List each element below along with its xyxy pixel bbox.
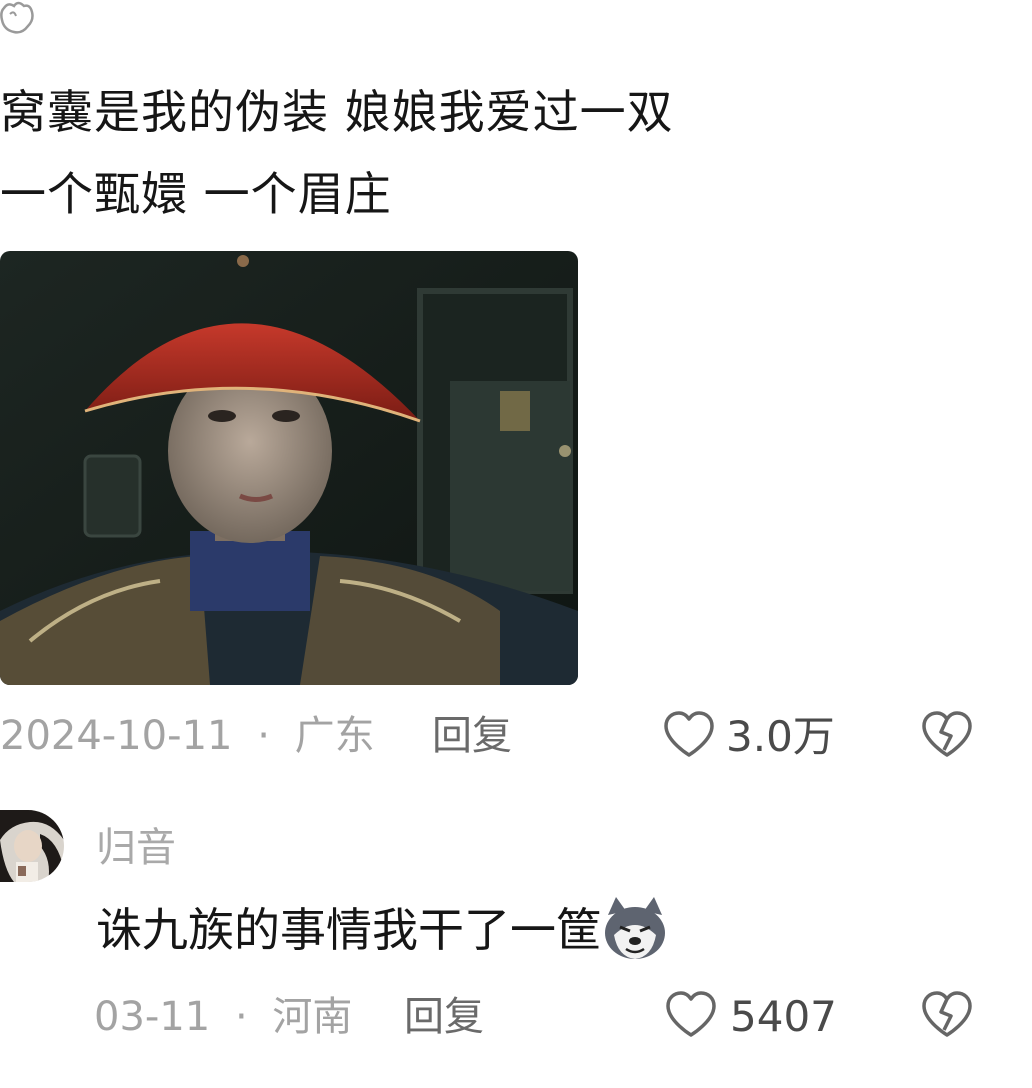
paw-emoji-icon bbox=[0, 1, 34, 34]
meta-separator: · bbox=[234, 994, 248, 1040]
heart-outline-icon[interactable] bbox=[662, 710, 716, 760]
comment-image[interactable] bbox=[0, 251, 578, 685]
comment-text-line-2: 一个甄嬛 一个眉庄 bbox=[0, 167, 392, 221]
broken-heart-icon[interactable] bbox=[920, 990, 974, 1040]
avatar[interactable] bbox=[0, 810, 64, 882]
reply-comment-meta: 03-11 · 河南 bbox=[94, 987, 352, 1047]
comment-meta: 2024-10-11 · 广东 bbox=[0, 706, 375, 766]
reply-comment-text: 诛九族的事情我干了一筐 bbox=[96, 896, 668, 961]
broken-heart-icon[interactable] bbox=[920, 710, 974, 760]
like-count-2: 5407 bbox=[730, 992, 837, 1041]
reply-button-2[interactable]: 回复 bbox=[404, 987, 484, 1047]
comment-location: 广东 bbox=[294, 713, 375, 759]
username[interactable]: 归音 bbox=[96, 820, 176, 876]
like-count: 3.0万 bbox=[726, 712, 835, 761]
reply-comment-location: 河南 bbox=[272, 994, 353, 1040]
reply-button[interactable]: 回复 bbox=[432, 706, 512, 766]
comment-thread: 窝囊是我的伪装 娘娘我爱过一双 一个甄嬛 一个眉庄 2024-10-11 · 广… bbox=[0, 0, 1032, 1088]
wolf-emoji-icon bbox=[605, 896, 665, 959]
meta-separator: · bbox=[257, 713, 270, 759]
comment-date: 2024-10-11 bbox=[0, 713, 233, 759]
reply-comment-date: 03-11 bbox=[94, 994, 211, 1040]
comment-text-line-1: 窝囊是我的伪装 娘娘我爱过一双 bbox=[0, 85, 674, 139]
heart-outline-icon[interactable] bbox=[664, 990, 718, 1040]
reply-comment-body: 诛九族的事情我干了一筐 bbox=[96, 903, 602, 957]
